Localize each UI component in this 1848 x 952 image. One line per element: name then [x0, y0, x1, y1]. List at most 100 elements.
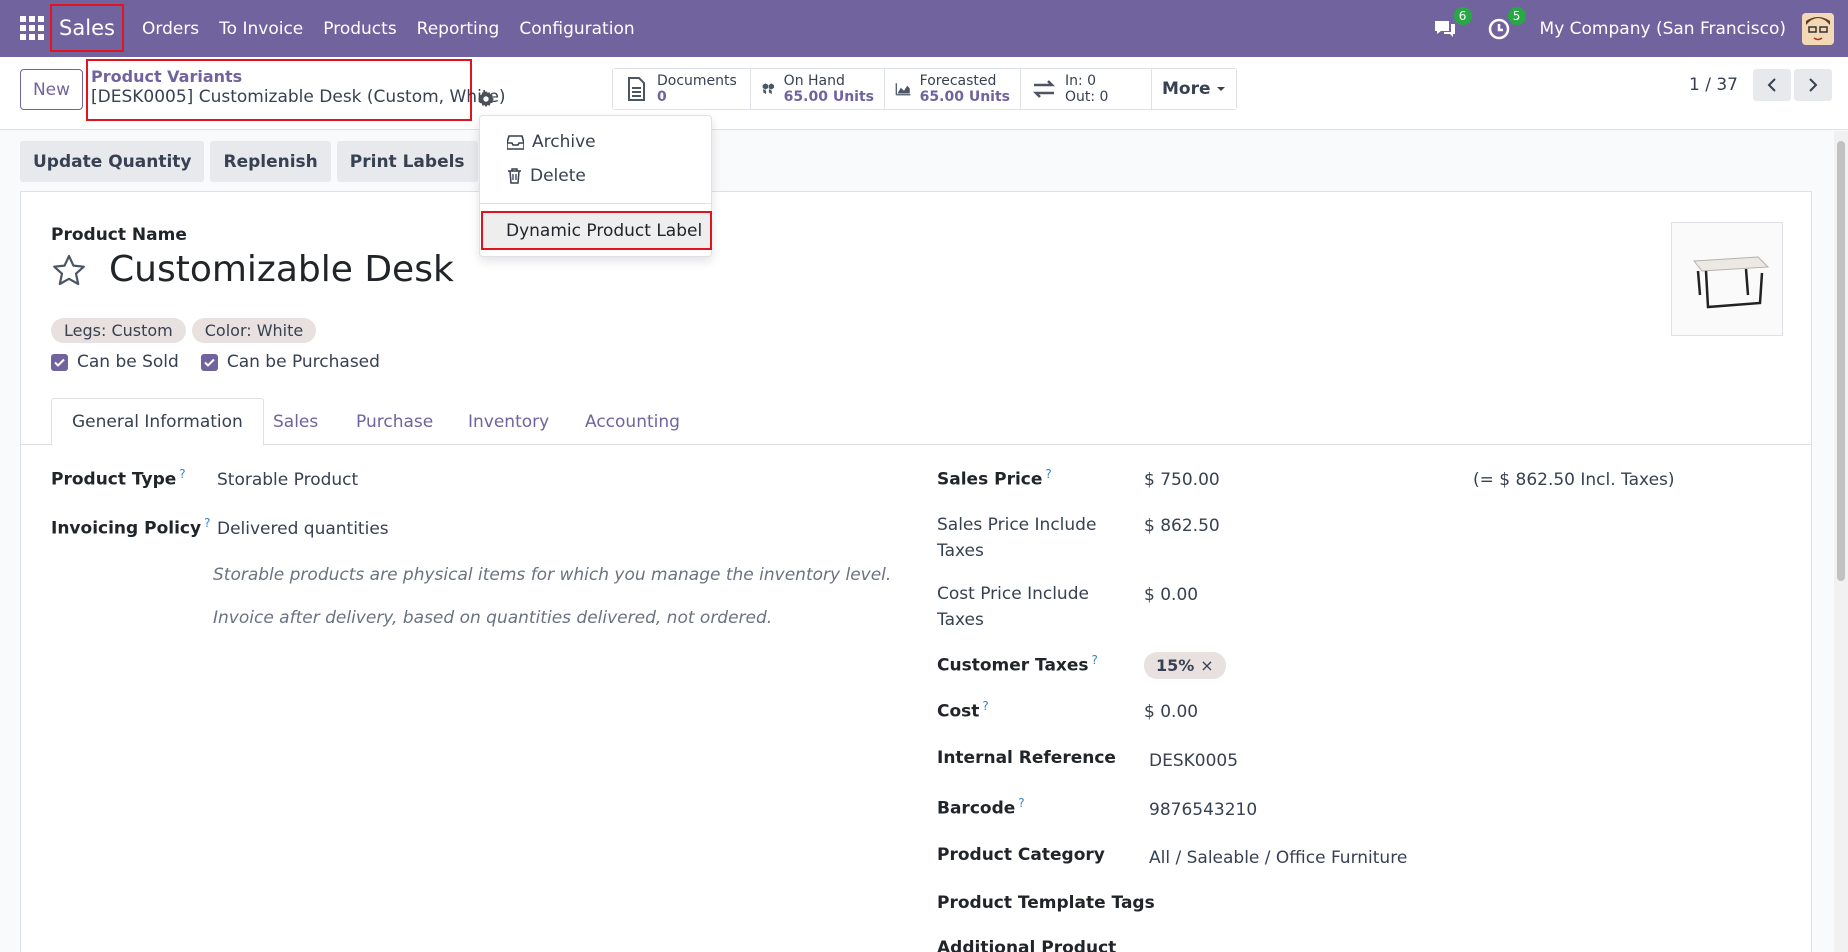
help-icon[interactable]: ?: [1092, 653, 1098, 667]
internal-reference-value[interactable]: DESK0005: [1149, 751, 1238, 771]
archive-menu-item[interactable]: Archive: [480, 126, 711, 158]
cost-label: Cost?: [937, 699, 989, 722]
customer-taxes-label-text: Customer Taxes: [937, 655, 1089, 676]
documents-smart-button[interactable]: Documents 0: [613, 69, 751, 109]
on-hand-smart-button[interactable]: On Hand 65.00 Units: [751, 69, 885, 109]
caret-down-icon: [1216, 87, 1225, 91]
barcode-label-text: Barcode: [937, 798, 1016, 819]
help-icon[interactable]: ?: [204, 516, 210, 530]
page-scrollbar[interactable]: [1834, 131, 1848, 952]
archive-label: Archive: [532, 132, 596, 152]
barcode-value[interactable]: 9876543210: [1149, 800, 1257, 820]
customer-tax-tag[interactable]: 15% ×: [1144, 652, 1226, 679]
breadcrumb-parent-link[interactable]: Product Variants: [91, 67, 468, 86]
user-avatar[interactable]: [1802, 12, 1834, 45]
scrollbar-thumb[interactable]: [1837, 141, 1845, 581]
breadcrumb-current: [DESK0005] Customizable Desk (Custom, Wh…: [91, 87, 506, 107]
systray: 6 5 My Company (San Francisco): [1432, 0, 1848, 57]
product-type-label-text: Product Type: [51, 469, 177, 490]
tab-general-information[interactable]: General Information: [51, 398, 264, 446]
update-quantity-button[interactable]: Update Quantity: [20, 141, 205, 182]
favorite-star-icon[interactable]: [51, 253, 87, 289]
check-icon: [204, 358, 215, 367]
cost-value[interactable]: $ 0.00: [1144, 702, 1198, 722]
on-hand-label: On Hand: [783, 73, 845, 89]
product-image[interactable]: [1671, 222, 1783, 336]
tab-sales[interactable]: Sales: [273, 398, 318, 446]
more-label: More: [1162, 79, 1211, 99]
in-out-smart-button[interactable]: In: 0 Out: 0: [1021, 69, 1152, 109]
menu-reporting[interactable]: Reporting: [407, 19, 510, 39]
remove-tag-icon[interactable]: ×: [1200, 656, 1213, 675]
new-button[interactable]: New: [20, 69, 83, 110]
cubes-icon: [762, 83, 774, 95]
attribute-tag: Legs: Custom: [51, 318, 186, 343]
pager-next-button[interactable]: [1794, 69, 1832, 101]
menu-products[interactable]: Products: [313, 19, 406, 39]
messages-count-badge: 6: [1453, 6, 1472, 25]
delete-menu-item[interactable]: Delete: [480, 160, 711, 192]
messages-icon[interactable]: 6: [1432, 6, 1472, 42]
apps-menu-icon[interactable]: [20, 16, 44, 40]
desk-image: [1693, 256, 1770, 309]
help-icon[interactable]: ?: [179, 467, 185, 481]
menu-to-invoice[interactable]: To Invoice: [209, 19, 313, 39]
pager-previous-button[interactable]: [1753, 69, 1791, 101]
invoicing-policy-value[interactable]: Delivered quantities: [217, 519, 389, 539]
form-tabs: General Information Sales Purchase Inven…: [21, 398, 1811, 446]
check-icon: [54, 358, 65, 367]
activities-count-badge: 5: [1507, 6, 1526, 25]
additional-product-label: Additional Product: [937, 938, 1117, 952]
pager-value[interactable]: 1 / 37: [1689, 75, 1738, 95]
help-icon[interactable]: ?: [1045, 467, 1051, 481]
invoicing-policy-label-text: Invoicing Policy: [51, 518, 202, 539]
more-smart-button[interactable]: More: [1152, 69, 1236, 109]
product-name-label: Product Name: [51, 225, 187, 245]
cost-label-text: Cost: [937, 701, 980, 722]
menu-configuration[interactable]: Configuration: [509, 19, 644, 39]
sales-price-label-text: Sales Price: [937, 469, 1043, 490]
tab-purchase[interactable]: Purchase: [356, 398, 433, 446]
product-name-value[interactable]: Customizable Desk: [109, 249, 454, 290]
product-type-note: Storable products are physical items for…: [213, 565, 892, 585]
app-brand-sales[interactable]: Sales: [50, 4, 124, 52]
sales-price-incl-taxes: (= $ 862.50 Incl. Taxes): [1473, 470, 1675, 490]
sale-purchase-checks: Can be Sold Can be Purchased: [51, 352, 402, 372]
documents-value: 0: [657, 89, 667, 105]
gear-icon[interactable]: [477, 90, 495, 108]
chevron-left-icon: [1767, 78, 1776, 92]
dynamic-product-label-menu-item[interactable]: Dynamic Product Label: [481, 211, 712, 250]
action-bar: Update Quantity Replenish Print Labels: [20, 141, 484, 182]
sales-price-include-taxes-value: $ 862.50: [1144, 516, 1220, 536]
product-type-value[interactable]: Storable Product: [217, 470, 358, 490]
breadcrumb: Product Variants [DESK0005] Customizable…: [86, 59, 506, 121]
can-be-purchased-label: Can be Purchased: [226, 352, 380, 372]
chevron-right-icon: [1809, 78, 1818, 92]
product-template-tags-label: Product Template Tags: [937, 893, 1155, 913]
in-count: In: 0: [1065, 73, 1097, 89]
exchange-arrows-icon: [1032, 80, 1056, 98]
product-category-label: Product Category: [937, 845, 1105, 865]
help-icon[interactable]: ?: [1018, 796, 1024, 810]
help-icon[interactable]: ?: [982, 699, 988, 713]
product-category-value[interactable]: All / Saleable / Office Furniture: [1149, 848, 1407, 868]
sales-price-include-taxes-label: Sales Price Include Taxes: [937, 515, 1097, 561]
can-be-sold-checkbox[interactable]: [51, 353, 68, 371]
invoicing-policy-label: Invoicing Policy?: [51, 516, 210, 539]
on-hand-value: 65.00 Units: [783, 89, 874, 105]
company-switcher[interactable]: My Company (San Francisco): [1540, 19, 1786, 39]
menu-orders[interactable]: Orders: [132, 19, 209, 39]
sales-price-value[interactable]: $ 750.00: [1144, 470, 1220, 490]
forecasted-smart-button[interactable]: Forecasted 65.00 Units: [885, 69, 1021, 109]
internal-reference-label: Internal Reference: [937, 748, 1116, 768]
can-be-purchased-checkbox[interactable]: [200, 353, 218, 371]
main-menu: Orders To Invoice Products Reporting Con…: [132, 0, 645, 57]
out-count: Out: 0: [1065, 89, 1109, 105]
tab-accounting[interactable]: Accounting: [585, 398, 680, 446]
replenish-button[interactable]: Replenish: [210, 141, 331, 182]
pager: 1 / 37: [1689, 69, 1832, 101]
invoicing-policy-note: Invoice after delivery, based on quantit…: [213, 608, 773, 628]
print-labels-button[interactable]: Print Labels: [336, 141, 478, 182]
tab-inventory[interactable]: Inventory: [468, 398, 549, 446]
activities-clock-icon[interactable]: 5: [1486, 6, 1526, 42]
